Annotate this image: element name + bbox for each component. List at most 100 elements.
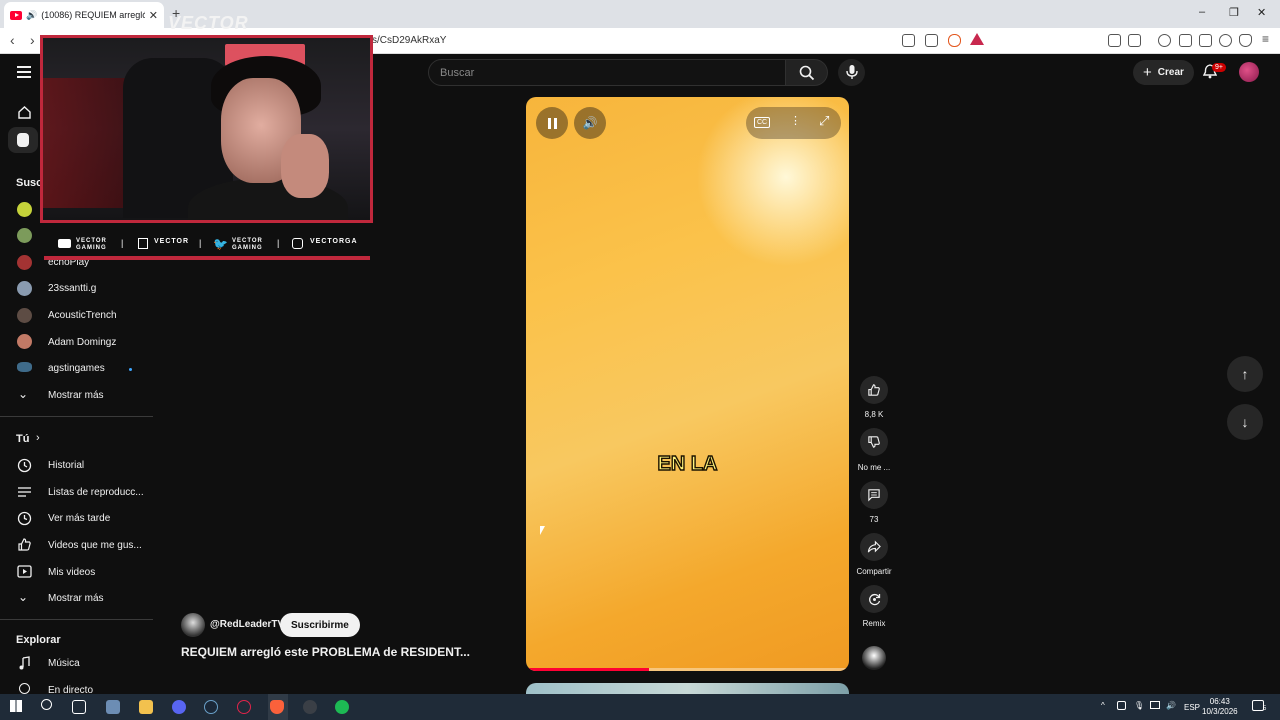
shorts-video-player[interactable]: 🔊 CC ⋮ ⤢ EN LA	[526, 97, 849, 671]
extensions-icon[interactable]	[1108, 34, 1121, 47]
speaker-icon: 🔊	[26, 9, 38, 20]
share-label: Compartir	[856, 567, 892, 576]
wallet-icon[interactable]	[1128, 34, 1141, 47]
fullscreen-icon[interactable]: ⤢	[819, 113, 829, 129]
search-input[interactable]: Buscar	[428, 59, 786, 86]
notification-count: 5	[1263, 706, 1267, 712]
sidebar-channel-label[interactable]: AcousticTrench	[48, 310, 117, 321]
taskbar-clock[interactable]: 06:43 10/3/2026	[1202, 697, 1238, 717]
separator: |	[199, 238, 202, 248]
channel-avatar[interactable]	[17, 362, 32, 372]
channel-avatar[interactable]	[17, 202, 32, 217]
app-icon[interactable]	[106, 700, 120, 714]
share-page-icon[interactable]	[925, 34, 938, 47]
brave-rewards-icon[interactable]	[970, 33, 984, 45]
close-window-button[interactable]: ✕	[1257, 6, 1266, 19]
forward-arrow-icon[interactable]: ›	[30, 32, 35, 48]
spotify-icon[interactable]	[335, 700, 349, 714]
tray-volume-icon[interactable]: 🔊	[1166, 701, 1176, 710]
restore-button[interactable]: ❐	[1229, 6, 1239, 19]
taskbar-search-icon[interactable]	[41, 699, 52, 710]
minimize-button[interactable]: –	[1199, 6, 1205, 18]
leo-ai-icon[interactable]	[1219, 34, 1232, 47]
url-field[interactable]: s/CsD29AkRxaY	[372, 35, 446, 46]
video-title[interactable]: REQUIEM arregló este PROBLEMA de RESIDEN…	[181, 645, 470, 659]
video-caption: EN LA	[657, 452, 718, 475]
opera-icon[interactable]	[237, 700, 251, 714]
you-heading[interactable]: Tú	[16, 433, 29, 445]
sidebar-item-liked-videos[interactable]: Videos que me gus...	[48, 540, 142, 551]
sidebar-item-playlists[interactable]: Listas de reproducc...	[48, 487, 144, 498]
next-video-button[interactable]: ↓	[1227, 404, 1263, 440]
thumbs-up-icon	[868, 384, 880, 396]
volume-button[interactable]: 🔊	[574, 107, 606, 139]
tray-overflow-icon[interactable]: ^	[1101, 701, 1105, 710]
tab-close-icon[interactable]: ✕	[149, 9, 158, 22]
progress-bar[interactable]	[526, 668, 849, 671]
file-explorer-icon[interactable]	[139, 700, 153, 714]
back-arrow-icon[interactable]: ‹	[10, 32, 15, 48]
shorts-nav-item[interactable]	[8, 127, 38, 153]
channel-avatar[interactable]	[17, 228, 32, 243]
more-options-icon[interactable]: ⋮	[790, 114, 801, 127]
dislike-button[interactable]	[860, 428, 888, 456]
separator: |	[121, 238, 124, 248]
sidebar-channel-label[interactable]: 23ssantti.g	[48, 283, 96, 294]
comments-button[interactable]	[860, 481, 888, 509]
discord-icon[interactable]	[172, 700, 186, 714]
captions-button[interactable]: CC	[754, 117, 771, 128]
media-icon[interactable]	[1158, 34, 1171, 47]
install-icon[interactable]	[902, 34, 915, 47]
guide-menu-icon[interactable]	[17, 66, 31, 81]
browser-tab[interactable]: 🔊 (10086) REQUIEM arregló este ✕	[4, 2, 164, 28]
tray-language[interactable]: ESP	[1184, 703, 1200, 712]
clock-date: 10/3/2026	[1202, 707, 1238, 716]
sidebar-toggle-icon[interactable]	[1179, 34, 1192, 47]
vpn-shield-icon[interactable]	[1239, 34, 1252, 47]
vector-logo: VECTOR	[168, 13, 249, 33]
chevron-right-icon: ›	[36, 432, 40, 444]
task-view-icon[interactable]	[72, 700, 86, 714]
playlists-icon	[18, 487, 31, 497]
brave-shield-icon[interactable]	[948, 34, 961, 47]
tray-network-icon[interactable]	[1150, 701, 1160, 709]
voice-search-button[interactable]	[838, 59, 865, 86]
sidebar-channel-label[interactable]: Adam Domingz	[48, 337, 116, 348]
search-icon	[799, 65, 815, 81]
channel-avatar[interactable]	[17, 334, 32, 349]
tray-app-icon[interactable]	[1117, 701, 1126, 710]
previous-video-button[interactable]: ↑	[1227, 356, 1263, 392]
menu-icon[interactable]: ≡	[1262, 32, 1269, 46]
channel-avatar[interactable]	[17, 255, 32, 270]
obs-icon[interactable]	[303, 700, 317, 714]
search-button[interactable]	[786, 59, 828, 86]
home-icon[interactable]	[17, 105, 32, 120]
youtube-icon	[58, 239, 71, 248]
sidebar-item-my-videos[interactable]: Mis videos	[48, 567, 95, 578]
create-button[interactable]: + Crear	[1133, 60, 1194, 85]
windows-start-icon[interactable]	[10, 700, 22, 712]
channel-avatar[interactable]	[17, 281, 32, 296]
share-button[interactable]	[860, 533, 888, 561]
steam-icon[interactable]	[204, 700, 218, 714]
sidebar-item-watch-later[interactable]: Ver más tarde	[48, 513, 110, 524]
notifications-badge: 9+	[1212, 63, 1226, 72]
sidebar-channel-label[interactable]: agstingames	[48, 363, 105, 374]
tab-title: (10086) REQUIEM arregló este	[41, 10, 145, 20]
channel-avatar[interactable]	[181, 613, 205, 637]
channel-avatar[interactable]	[17, 308, 32, 323]
show-more-you[interactable]: Mostrar más	[48, 593, 104, 604]
wallet-card-icon[interactable]	[1199, 34, 1212, 47]
sidebar-item-music[interactable]: Música	[48, 658, 80, 669]
like-button[interactable]	[860, 376, 888, 404]
tray-mic-icon[interactable]: 🎙	[1134, 701, 1144, 710]
sound-source-avatar[interactable]	[862, 646, 886, 670]
sidebar-item-history[interactable]: Historial	[48, 460, 84, 471]
show-more-subscriptions[interactable]: Mostrar más	[48, 390, 104, 401]
social-instagram-label: VECTORGA	[310, 238, 358, 245]
subscribe-button[interactable]: Suscribirme	[280, 613, 360, 637]
channel-handle[interactable]: @RedLeaderTV	[210, 619, 284, 630]
pause-button[interactable]	[536, 107, 568, 139]
account-avatar[interactable]	[1239, 62, 1259, 82]
remix-button[interactable]	[860, 585, 888, 613]
